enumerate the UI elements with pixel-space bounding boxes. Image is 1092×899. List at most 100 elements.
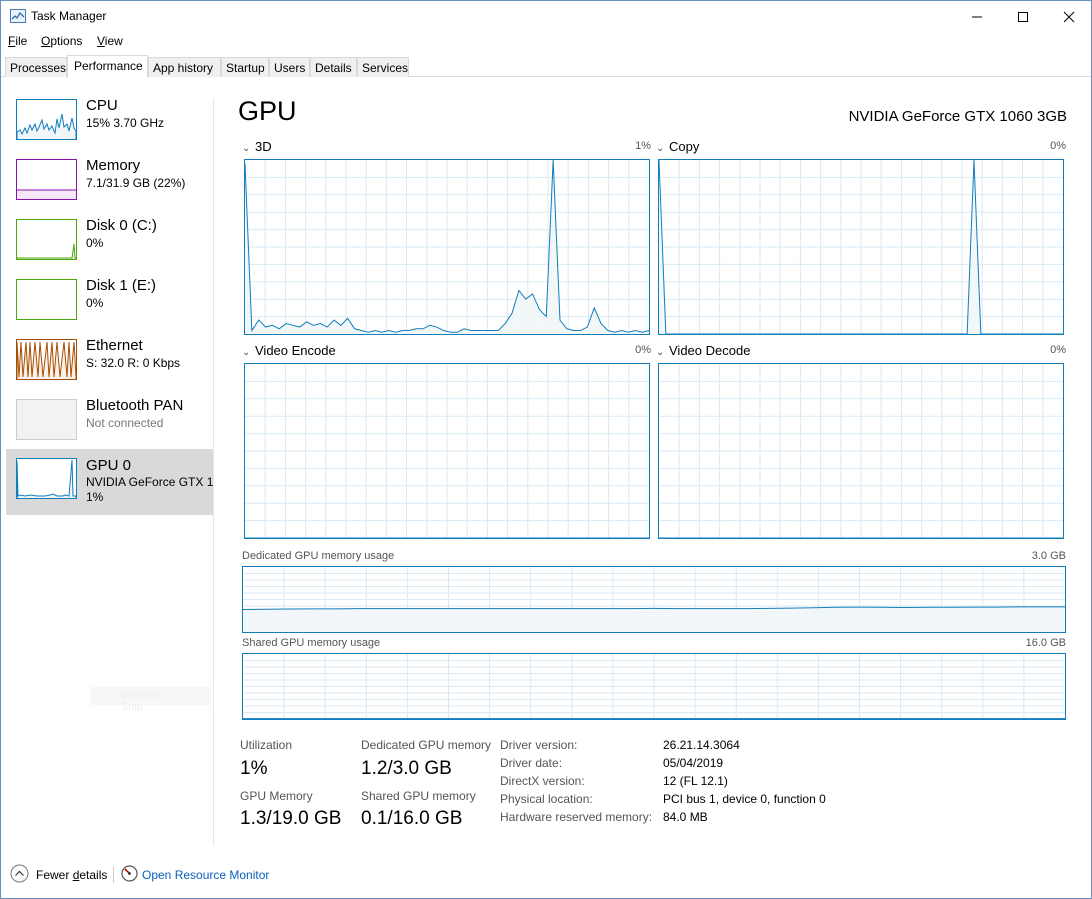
sidebar-item-title: Bluetooth PAN <box>86 397 184 414</box>
sidebar-item-cpu[interactable]: CPU 15% 3.70 GHz <box>6 94 214 158</box>
graph-video-encode <box>244 363 650 539</box>
graph-3d-label[interactable]: ⌄ 3D <box>242 139 272 154</box>
graph-video-encode-label[interactable]: ⌄ Video Encode <box>242 343 336 358</box>
dedicated-memory-value: 1.2/3.0 GB <box>361 758 452 779</box>
sidebar-item-ethernet[interactable]: Ethernet S: 32.0 R: 0 Kbps <box>6 334 214 398</box>
sidebar-divider <box>213 98 214 846</box>
performance-sidebar: CPU 15% 3.70 GHz Memory 7.1/31.9 GB (22%… <box>6 94 214 848</box>
tab-app-history[interactable]: App history <box>148 57 221 77</box>
sidebar-item-subtitle: 0% <box>86 236 104 250</box>
maximize-button[interactable] <box>1000 1 1046 32</box>
tab-strip: Processes Performance App history Startu… <box>1 55 1091 78</box>
sidebar-item-gpu-0[interactable]: GPU 0 NVIDIA GeForce GTX 1060 3GB 1% <box>6 449 214 515</box>
graph-dedicated-memory <box>242 566 1066 633</box>
gpu-memory-value: 1.3/19.0 GB <box>240 808 342 829</box>
ethernet-thumbnail <box>16 339 77 380</box>
graph-shared-memory <box>242 653 1066 720</box>
sidebar-item-subtitle: Not connected <box>86 416 164 430</box>
gpu-memory-label: GPU Memory <box>240 789 313 803</box>
tab-startup[interactable]: Startup <box>221 57 269 77</box>
memory-thumbnail <box>16 159 77 200</box>
sidebar-item-subtitle: 0% <box>86 296 104 310</box>
dedicated-memory-label: Dedicated GPU memory <box>361 738 492 752</box>
tab-processes[interactable]: Processes <box>5 57 67 77</box>
minimize-icon <box>972 16 982 17</box>
graph-3d-percent: 1% <box>635 140 651 152</box>
footer-divider <box>113 866 114 883</box>
title-bar[interactable]: Task Manager <box>1 1 1091 32</box>
chevron-down-icon: ⌄ <box>656 143 665 154</box>
chevron-down-icon: ⌄ <box>242 347 251 358</box>
menu-bar: File Options View <box>1 32 1091 52</box>
sidebar-item-subtitle: 15% 3.70 GHz <box>86 116 165 130</box>
shared-memory-value: 0.1/16.0 GB <box>361 808 463 829</box>
utilization-label: Utilization <box>240 738 293 752</box>
minimize-button[interactable] <box>954 1 1000 32</box>
driver-version-value: 26.21.14.3064 <box>663 738 740 752</box>
chevron-down-icon: ⌄ <box>656 347 665 358</box>
physical-location-label: Physical location: <box>500 792 593 806</box>
close-icon <box>1063 11 1075 22</box>
tab-details[interactable]: Details <box>310 57 357 77</box>
driver-version-label: Driver version: <box>500 738 578 752</box>
sidebar-item-title: CPU <box>86 97 118 114</box>
shared-memory-graph-label: Shared GPU memory usage <box>242 637 381 649</box>
menu-file[interactable]: File <box>8 34 27 48</box>
sidebar-item-memory[interactable]: Memory 7.1/31.9 GB (22%) <box>6 154 214 218</box>
physical-location-value: PCI bus 1, device 0, function 0 <box>663 792 826 806</box>
driver-date-value: 05/04/2019 <box>663 756 724 770</box>
graph-video-decode-label[interactable]: ⌄ Video Decode <box>656 343 750 358</box>
graph-video-decode <box>658 363 1064 539</box>
menu-options[interactable]: Options <box>41 34 82 48</box>
graph-copy-percent: 0% <box>1050 140 1066 152</box>
series-area-fill <box>243 606 1065 632</box>
sidebar-item-subtitle: S: 32.0 R: 0 Kbps <box>86 356 181 370</box>
maximize-icon <box>1018 11 1028 22</box>
fewer-details-button[interactable]: Fewer details <box>36 868 107 882</box>
sidebar-item-title: Disk 0 (C:) <box>86 217 157 234</box>
resource-monitor-icon <box>121 865 138 882</box>
shared-memory-graph-max: 16.0 GB <box>1025 637 1066 649</box>
open-resource-monitor-link[interactable]: Open Resource Monitor <box>142 868 269 882</box>
graph-video-encode-percent: 0% <box>635 344 651 356</box>
dedicated-memory-graph-max: 3.0 GB <box>1031 550 1066 562</box>
task-manager-icon <box>10 9 26 23</box>
hardware-reserved-memory-label: Hardware reserved memory: <box>500 810 653 824</box>
directx-version-label: DirectX version: <box>500 774 585 788</box>
footer: Fewer details Open Resource Monitor <box>1 859 1091 889</box>
sidebar-item-utilization: 1% <box>86 490 104 504</box>
menu-view[interactable]: View <box>97 34 123 48</box>
directx-version-value: 12 (FL 12.1) <box>663 774 728 788</box>
close-button[interactable] <box>1046 1 1092 32</box>
task-manager-window: Task Manager File Options View Processes… <box>0 0 1092 899</box>
graph-3d <box>244 159 650 335</box>
sidebar-item-subtitle: NVIDIA GeForce GTX 1060 3GB <box>86 475 214 489</box>
sidebar-item-title: Ethernet <box>86 337 143 354</box>
disk-0-thumbnail <box>16 219 77 260</box>
window-title: Task Manager <box>31 9 107 23</box>
collapse-chevron-up-icon[interactable] <box>10 864 29 883</box>
faded-overlay-text: Window Snip <box>91 687 211 713</box>
sidebar-item-title: Memory <box>86 157 141 174</box>
sidebar-item-subtitle: 7.1/31.9 GB (22%) <box>86 176 186 190</box>
tab-performance[interactable]: Performance <box>67 55 148 78</box>
sidebar-item-title: GPU 0 <box>86 457 132 474</box>
bluetooth-thumbnail <box>16 399 77 440</box>
tab-users[interactable]: Users <box>269 57 310 77</box>
graph-copy-label[interactable]: ⌄ Copy <box>656 139 699 154</box>
gpu-model-name: NVIDIA GeForce GTX 1060 3GB <box>848 108 1067 125</box>
graph-video-decode-percent: 0% <box>1050 344 1066 356</box>
shared-memory-label: Shared GPU memory <box>361 789 476 803</box>
sidebar-item-disk-0[interactable]: Disk 0 (C:) 0% <box>6 214 214 278</box>
gpu-thumbnail <box>16 458 77 499</box>
utilization-value: 1% <box>240 758 268 779</box>
tab-services[interactable]: Services <box>357 57 409 77</box>
chevron-down-icon: ⌄ <box>242 143 251 154</box>
hardware-reserved-memory-value: 84.0 MB <box>663 810 708 824</box>
disk-1-thumbnail <box>16 279 77 320</box>
cpu-thumbnail <box>16 99 77 140</box>
page-title: GPU <box>238 96 297 126</box>
sidebar-item-disk-1[interactable]: Disk 1 (E:) 0% <box>6 274 214 338</box>
sidebar-item-title: Disk 1 (E:) <box>86 277 157 294</box>
driver-date-label: Driver date: <box>500 756 563 770</box>
